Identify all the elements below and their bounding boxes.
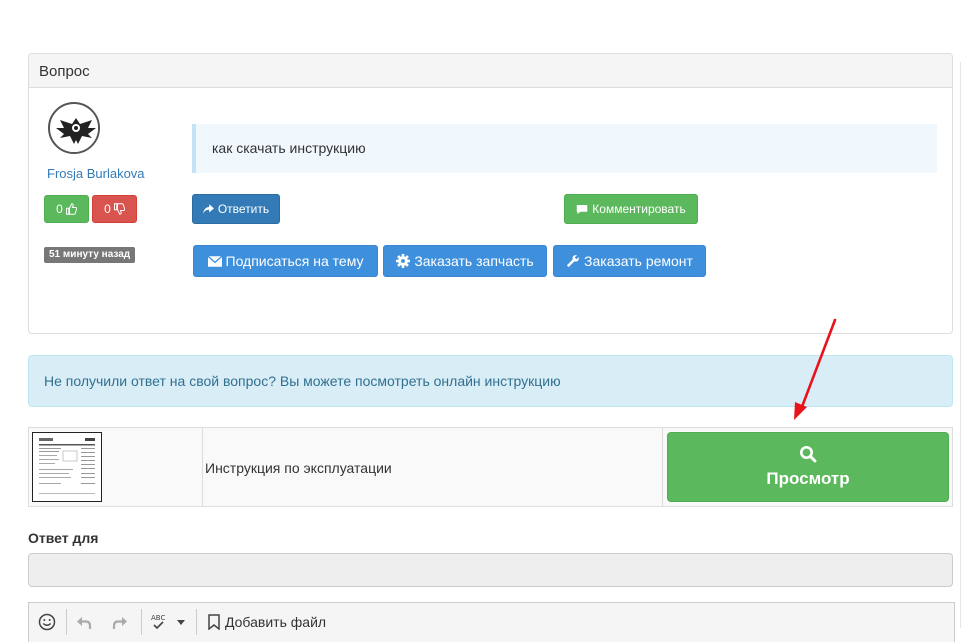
avatar[interactable] — [48, 102, 100, 154]
order-part-button[interactable]: Заказать запчасть — [383, 245, 547, 277]
answer-label: Ответ для — [28, 530, 99, 546]
vote-down-button[interactable]: 0 — [92, 195, 137, 223]
reply-button-label: Ответить — [217, 202, 270, 216]
redo-icon — [112, 617, 127, 629]
time-ago-badge: 51 минуту назад — [44, 247, 136, 263]
reply-button[interactable]: Ответить — [192, 194, 280, 224]
cell-divider — [662, 428, 663, 506]
emoji-button[interactable] — [38, 611, 56, 633]
caret-down-icon — [177, 620, 185, 625]
subscribe-button-label: Подписаться на тему — [225, 253, 364, 269]
search-icon — [800, 446, 817, 463]
comment-button-label: Комментировать — [592, 202, 686, 216]
answer-recipient-field[interactable] — [28, 553, 953, 587]
comment-button[interactable]: Комментировать — [564, 194, 698, 224]
order-repair-button-label: Заказать ремонт — [584, 253, 693, 269]
page-edge-rule — [960, 62, 961, 628]
document-thumbnail-icon — [33, 433, 101, 501]
eagle-avatar-icon — [52, 106, 98, 152]
spellcheck-button[interactable]: ABC — [150, 611, 172, 633]
redo-button[interactable] — [111, 611, 129, 633]
editor-toolbar: ABC Добавить файл — [28, 602, 955, 642]
comment-icon — [577, 204, 588, 214]
add-file-button[interactable]: Добавить файл — [207, 611, 326, 633]
annotation-arrow-icon — [794, 318, 837, 420]
vote-up-button[interactable]: 0 — [44, 195, 89, 223]
spellcheck-icon: ABC — [151, 614, 165, 630]
order-repair-button[interactable]: Заказать ремонт — [553, 245, 706, 277]
subscribe-button[interactable]: Подписаться на тему — [193, 245, 378, 277]
toolbar-separator — [141, 609, 142, 635]
manual-row: Инструкция по эксплуатации Просмотр — [28, 427, 953, 507]
envelope-icon — [207, 255, 222, 267]
spellcheck-glyph: ABC — [151, 614, 165, 622]
toolbar-separator — [196, 609, 197, 635]
order-part-button-label: Заказать запчасть — [414, 253, 534, 269]
manual-thumbnail[interactable] — [32, 432, 102, 502]
author-name-link[interactable]: Frosja Burlakova — [47, 166, 145, 181]
wrench-icon — [566, 255, 579, 268]
cell-divider — [202, 428, 203, 506]
spellcheck-dropdown-toggle[interactable] — [176, 611, 186, 633]
undo-icon — [77, 617, 92, 629]
gear-icon — [396, 254, 411, 268]
manual-title: Инструкция по эксплуатации — [205, 460, 392, 476]
vote-down-count: 0 — [104, 202, 111, 216]
thumbs-down-icon — [113, 203, 125, 215]
view-manual-button-label: Просмотр — [766, 469, 850, 488]
smiley-icon — [38, 613, 56, 631]
question-text: как скачать инструкцию — [192, 124, 937, 173]
panel-heading: Вопрос — [29, 54, 952, 88]
vote-up-count: 0 — [56, 202, 63, 216]
thumbs-up-icon — [65, 203, 77, 215]
view-manual-button[interactable]: Просмотр — [667, 432, 949, 502]
undo-button[interactable] — [75, 611, 93, 633]
share-arrow-icon — [202, 204, 214, 214]
question-panel: Вопрос Frosja Burlakova 0 0 51 минуту на… — [28, 53, 953, 334]
toolbar-separator — [66, 609, 67, 635]
